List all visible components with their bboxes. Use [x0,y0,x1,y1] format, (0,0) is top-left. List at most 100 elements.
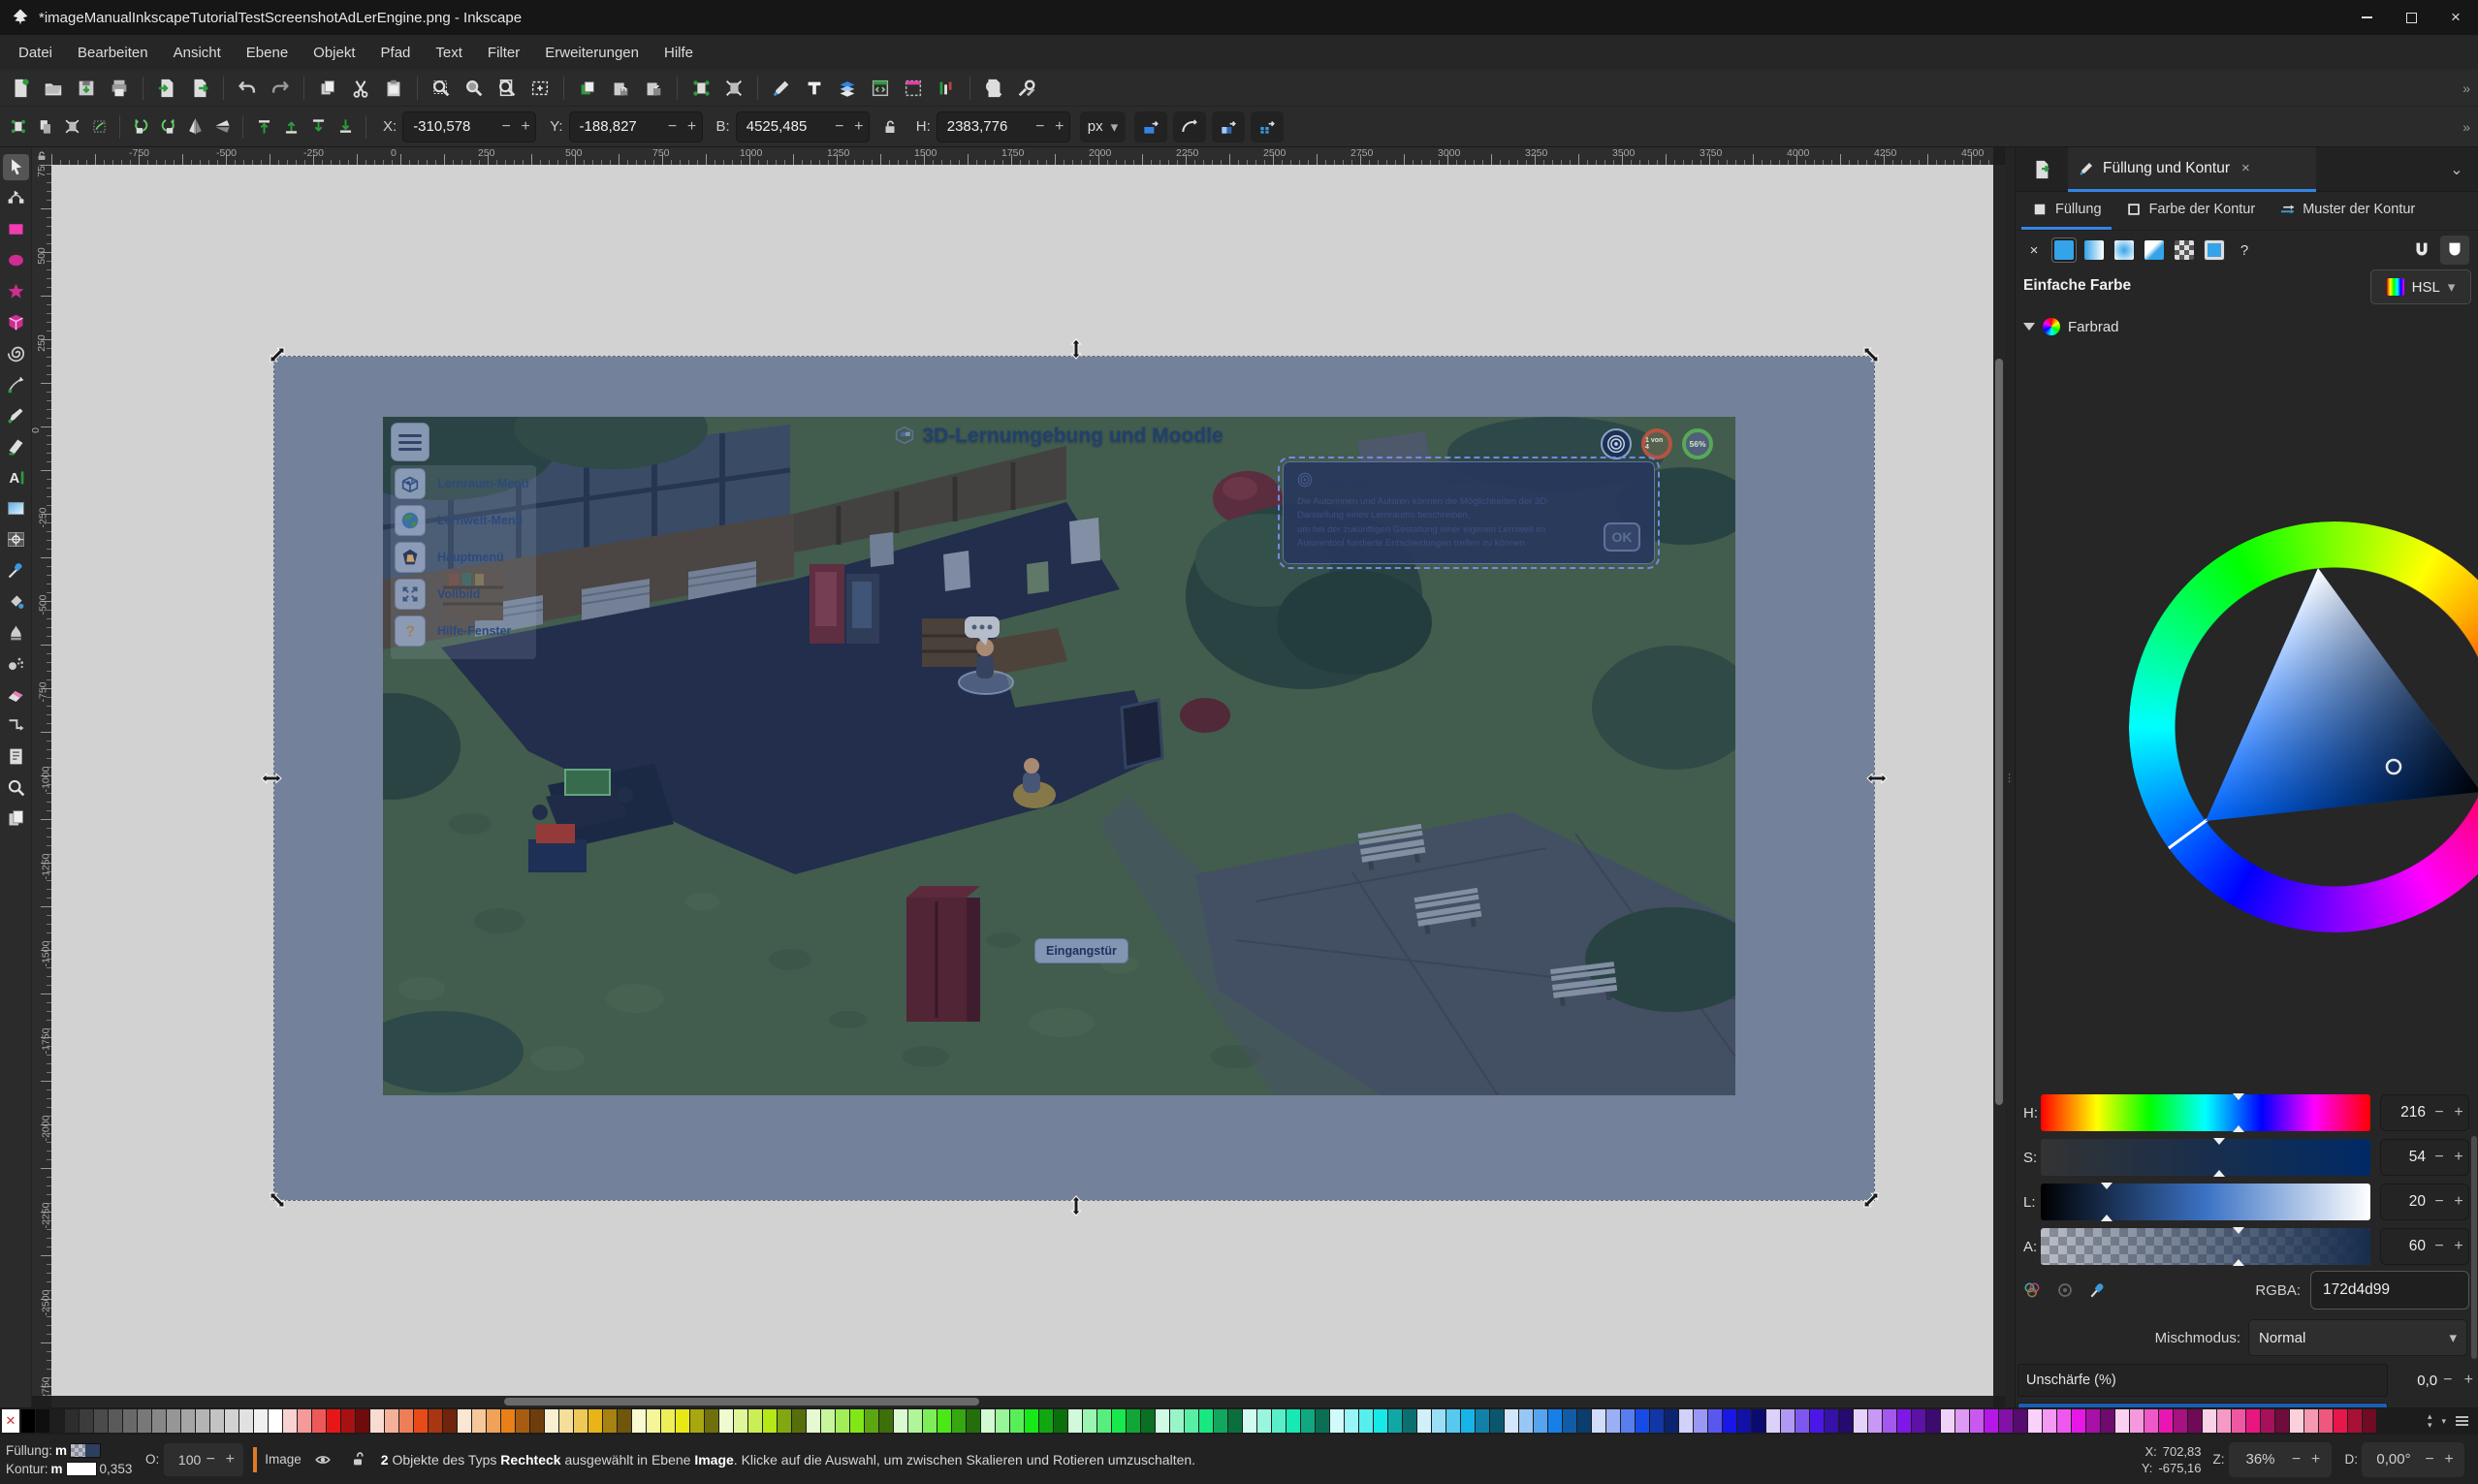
create-clone-icon[interactable] [606,74,635,103]
slider-marker[interactable] [2213,1170,2225,1177]
flip-horizontal-icon[interactable] [183,115,206,139]
scale-handle-e[interactable] [1866,773,1888,784]
y-input[interactable]: -188,827 −+ [569,111,703,142]
palette-swatch[interactable] [312,1409,326,1433]
zoom-increment[interactable]: + [2306,1451,2326,1468]
no-paint-icon[interactable]: × [2021,237,2047,263]
palette-swatch[interactable] [2290,1409,2303,1433]
vscroll-thumb[interactable] [1995,359,2003,1105]
palette-swatch[interactable] [1577,1409,1591,1433]
unknown-paint-icon[interactable]: ? [2232,237,2257,263]
transform-stroke-icon[interactable] [1134,111,1167,142]
slider-value-box[interactable]: 60−+ [2380,1228,2469,1265]
palette-swatch[interactable] [1170,1409,1184,1433]
linear-gradient-icon[interactable] [2081,237,2107,263]
palette-swatch[interactable] [254,1409,268,1433]
x-input[interactable]: -310,578 −+ [402,111,536,142]
menu-bearbeiten[interactable]: Bearbeiten [65,39,161,67]
slider-value-box[interactable]: 20−+ [2380,1184,2469,1220]
palette-swatch[interactable] [574,1409,588,1433]
palette-swatch[interactable] [1505,1409,1518,1433]
redo-icon[interactable] [266,74,295,103]
slider-decrement[interactable]: − [2430,1238,2449,1255]
slider-marker[interactable] [2101,1215,2113,1221]
palette-swatch[interactable] [996,1409,1009,1433]
deselect-icon[interactable] [719,74,748,103]
tool-eraser[interactable] [3,681,29,708]
layers-dialog-icon[interactable] [833,74,862,103]
palette-swatch[interactable] [778,1409,791,1433]
lock-ratio-icon[interactable] [875,112,905,142]
flip-vertical-icon[interactable] [210,115,234,139]
scale-handle-s[interactable] [1065,1200,1087,1212]
export-tab-icon[interactable] [2025,153,2058,186]
panel-scrollbar[interactable] [2471,1136,2477,1359]
palette-swatch[interactable] [1272,1409,1286,1433]
palette-swatch[interactable] [385,1409,398,1433]
palette-swatch[interactable] [588,1409,602,1433]
palette-swatch[interactable] [894,1409,907,1433]
palette-swatch[interactable] [1228,1409,1242,1433]
palette-swatch[interactable] [865,1409,878,1433]
palette-swatch[interactable] [2043,1409,2056,1433]
scale-handle-n[interactable] [1065,343,1087,355]
palette-swatch[interactable] [807,1409,820,1433]
palette-swatch[interactable] [1708,1409,1722,1433]
palette-swatch[interactable] [1665,1409,1678,1433]
pattern-icon[interactable] [2172,237,2197,263]
palette-swatch[interactable] [1606,1409,1620,1433]
palette-swatch[interactable] [1112,1409,1126,1433]
x-increment[interactable]: + [516,118,535,136]
deselect-icon[interactable] [60,115,83,139]
fill-stroke-indicator[interactable]: Füllung:m Kontur:m 0,353 [0,1442,145,1477]
palette-swatch[interactable] [1621,1409,1635,1433]
palette-swatch[interactable] [1025,1409,1038,1433]
palette-swatch[interactable] [516,1409,529,1433]
palette-swatch[interactable] [1926,1409,1940,1433]
palette-swatch[interactable] [1287,1409,1300,1433]
width-decrement[interactable]: − [830,118,849,136]
tool-star[interactable] [3,278,29,304]
scale-handle-ne[interactable] [1860,349,1882,361]
palette-swatch[interactable] [356,1409,369,1433]
slider-marker[interactable] [2233,1227,2244,1234]
palette-swatch[interactable] [2101,1409,2114,1433]
open-document-icon[interactable] [39,74,68,103]
palette-swatch[interactable] [2275,1409,2289,1433]
blur-slider[interactable]: Unschärfe (%) [2017,1364,2388,1397]
palette-swatch[interactable] [1752,1409,1765,1433]
rooms-badge[interactable]: 1 von 4 [1641,428,1672,459]
blur-decrement[interactable]: − [2437,1372,2458,1389]
palette-swatch[interactable] [1883,1409,1896,1433]
palette-swatch[interactable] [2130,1409,2144,1433]
scene-menu-item[interactable]: ?Hilfe-Fenster [395,615,511,647]
tool-dropper[interactable] [3,557,29,584]
palette-swatch[interactable] [472,1409,486,1433]
y-decrement[interactable]: − [663,118,683,136]
tool-spiral[interactable] [3,340,29,366]
menu-pfad[interactable]: Pfad [368,39,424,67]
horizontal-ruler[interactable]: -750-500-2500250500750100012501500175020… [51,147,1993,165]
palette-swatch[interactable] [2144,1409,2158,1433]
palette-swatch[interactable] [1650,1409,1664,1433]
palette-swatch[interactable] [1970,1409,1984,1433]
palette-swatch[interactable] [967,1409,980,1433]
align-dialog-icon[interactable] [932,74,961,103]
palette-swatch[interactable] [2363,1409,2376,1433]
xml-editor-icon[interactable] [866,74,895,103]
palette-swatch[interactable] [109,1409,122,1433]
select-all-icon[interactable] [6,115,29,139]
tool-calligraphy[interactable] [3,433,29,459]
palette-swatch[interactable] [1534,1409,1547,1433]
tool-ellipse[interactable] [3,247,29,273]
palette-swatch[interactable] [1199,1409,1213,1433]
rgba-input[interactable]: 172d4d99 [2310,1271,2469,1310]
palette-swatch[interactable] [618,1409,631,1433]
height-increment[interactable]: + [1050,118,1069,136]
color-picker-icon[interactable] [2083,1276,2113,1305]
palette-swatch[interactable] [1795,1409,1809,1433]
zoom-drawing-icon[interactable] [460,74,489,103]
height-input[interactable]: 2383,776 −+ [937,111,1070,142]
palette-swatch[interactable] [429,1409,442,1433]
palette-swatch[interactable] [2319,1409,2333,1433]
